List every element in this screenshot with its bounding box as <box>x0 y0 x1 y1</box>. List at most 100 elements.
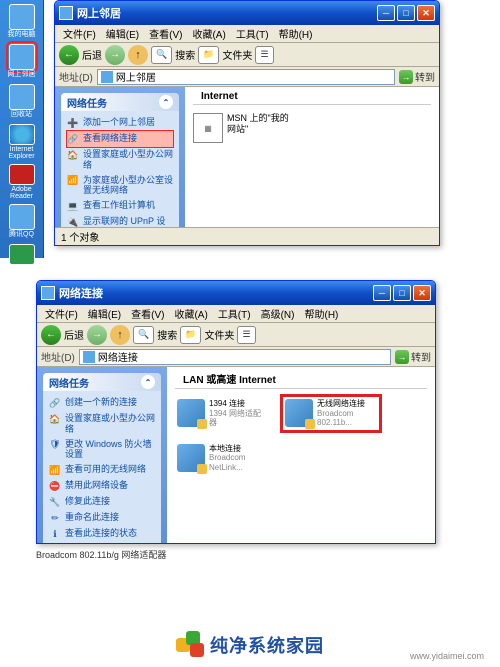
item-icon: 💻 <box>67 200 79 212</box>
address-label: 地址(D) <box>59 69 93 84</box>
desktop-icon-ie[interactable]: Internet Explorer <box>4 124 40 160</box>
menu-file[interactable]: 文件(F) <box>41 305 82 322</box>
titlebar[interactable]: 网络连接 ─ □ ✕ <box>37 281 435 305</box>
page-footer: 纯净系统家园 www.yidaimei.com <box>0 631 500 659</box>
menu-view[interactable]: 查看(V) <box>127 305 168 322</box>
menu-adv[interactable]: 高级(N) <box>257 305 299 322</box>
up-button[interactable]: ↑ <box>110 325 130 345</box>
folders-label[interactable]: 文件夹 <box>222 47 252 62</box>
connection-icon <box>177 399 205 427</box>
desktop-icon-qq[interactable]: 腾讯QQ <box>4 204 40 240</box>
panel-item[interactable]: ✏重命名此连接 <box>49 510 155 526</box>
item-label: 查看可用的无线网络 <box>65 464 146 475</box>
menubar: 文件(F) 编辑(E) 查看(V) 收藏(A) 工具(T) 帮助(H) <box>55 25 439 43</box>
menu-edit[interactable]: 编辑(E) <box>102 25 143 42</box>
address-label: 地址(D) <box>41 349 75 364</box>
address-input[interactable]: 网络连接 <box>79 349 391 365</box>
up-button[interactable]: ↑ <box>128 45 148 65</box>
panel-network-tasks: 网络任务⌃ 🔗创建一个新的连接🏠设置家庭或小型办公网络🛡更改 Windows 防… <box>43 373 161 543</box>
folders-button[interactable]: 📁 <box>198 46 219 64</box>
minimize-button[interactable]: ─ <box>377 5 395 21</box>
views-button[interactable]: ☰ <box>255 46 273 64</box>
panel-item[interactable]: 📶 查看可用的无线网络 <box>49 462 155 478</box>
menu-help[interactable]: 帮助(H) <box>275 25 317 42</box>
panel-item[interactable]: 🔗查看网络连接 <box>67 131 173 147</box>
folders-label[interactable]: 文件夹 <box>204 327 234 342</box>
item-label: 重命名此连接 <box>65 512 119 523</box>
desktop-icon-network[interactable]: 网上邻居 <box>4 44 40 80</box>
search-label[interactable]: 搜索 <box>157 327 177 342</box>
window-title: 网络连接 <box>59 285 103 301</box>
address-input[interactable]: 网上邻居 <box>97 69 395 85</box>
desktop-icon-adobe[interactable]: Adobe Reader <box>4 164 40 200</box>
back-button[interactable]: ← <box>59 45 79 65</box>
forward-button[interactable]: → <box>87 325 107 345</box>
computer-icon <box>9 4 35 30</box>
back-label[interactable]: 后退 <box>82 47 102 62</box>
desktop-icon-printer[interactable]: 打印机与传真 <box>4 244 40 280</box>
back-button[interactable]: ← <box>41 325 61 345</box>
qq-icon <box>9 204 35 230</box>
item-icon: 🔧 <box>49 496 61 508</box>
panel-item[interactable]: ℹ查看此连接的状态 <box>49 526 155 542</box>
titlebar[interactable]: 网上邻居 ─ □ ✕ <box>55 1 439 25</box>
menu-file[interactable]: 文件(F) <box>59 25 100 42</box>
go-icon: → <box>399 70 413 84</box>
content-area[interactable]: Internet ▦ MSN 上的"我的网站" <box>185 87 439 245</box>
panel-header[interactable]: 网络任务⌃ <box>43 373 161 391</box>
minimize-button[interactable]: ─ <box>373 285 391 301</box>
close-button[interactable]: ✕ <box>417 5 435 21</box>
folders-button[interactable]: 📁 <box>180 326 201 344</box>
item-icon: 📶 <box>67 175 79 187</box>
item-label: 查看工作组计算机 <box>83 200 155 211</box>
item-icon: ➕ <box>67 117 79 129</box>
forward-button[interactable]: → <box>105 45 125 65</box>
menu-fav[interactable]: 收藏(A) <box>188 25 229 42</box>
external-status: Broadcom 802.11b/g 网络适配器 <box>36 548 166 561</box>
desktop-strip: 我的电脑 网上邻居 回收站 Internet Explorer Adobe Re… <box>0 0 44 258</box>
menu-tools[interactable]: 工具(T) <box>214 305 255 322</box>
connection-item[interactable]: 本地连接Broadcom NetLink... <box>175 442 271 475</box>
desktop-icon-computer[interactable]: 我的电脑 <box>4 4 40 40</box>
search-button[interactable]: 🔍 <box>151 46 172 64</box>
menu-fav[interactable]: 收藏(A) <box>170 305 211 322</box>
panel-item[interactable]: ➕添加一个网上邻居 <box>67 115 173 131</box>
connection-label: 本地连接Broadcom NetLink... <box>209 444 269 473</box>
connection-item[interactable]: 无线网络连接Broadcom 802.11b... <box>283 397 379 430</box>
search-button[interactable]: 🔍 <box>133 326 154 344</box>
file-icon: ▦ <box>193 113 223 143</box>
brand-url: www.yidaimei.com <box>410 651 484 661</box>
connection-label: 1394 连接1394 网络适配器 <box>209 399 269 428</box>
panel-header[interactable]: 网络任务⌃ <box>61 93 179 111</box>
item-icon: 🏠 <box>49 413 61 425</box>
panel-item[interactable]: 📶为家庭或小型办公室设置无线网络 <box>67 173 173 199</box>
maximize-button[interactable]: □ <box>393 285 411 301</box>
panel-item[interactable]: 🛡更改 Windows 防火墙设置 <box>49 437 155 463</box>
panel-item[interactable]: 💻 查看工作组计算机 <box>67 198 173 214</box>
item-icon: 📶 <box>49 464 61 476</box>
panel-item[interactable]: 🏠设置家庭或小型办公网络 <box>49 411 155 437</box>
content-area[interactable]: LAN 或高速 Internet 1394 连接1394 网络适配器无线网络连接… <box>167 367 435 543</box>
close-button[interactable]: ✕ <box>413 285 431 301</box>
go-button[interactable]: →转到 <box>399 69 435 84</box>
maximize-button[interactable]: □ <box>397 5 415 21</box>
menu-help[interactable]: 帮助(H) <box>300 305 342 322</box>
panel-item[interactable]: 🔗创建一个新的连接 <box>49 395 155 411</box>
menu-edit[interactable]: 编辑(E) <box>84 305 125 322</box>
panel-item[interactable]: 🏠设置家庭或小型办公网络 <box>67 147 173 173</box>
file-item[interactable]: ▦ MSN 上的"我的网站" <box>185 105 439 151</box>
back-label[interactable]: 后退 <box>64 327 84 342</box>
adobe-icon <box>9 164 35 185</box>
go-button[interactable]: →转到 <box>395 349 431 364</box>
panel-item[interactable]: ⚙更改此连接的设置 <box>49 542 155 543</box>
menu-view[interactable]: 查看(V) <box>145 25 186 42</box>
panel-item[interactable]: ⛔禁用此网络设备 <box>49 478 155 494</box>
menu-tools[interactable]: 工具(T) <box>232 25 273 42</box>
desktop-icon-recycle[interactable]: 回收站 <box>4 84 40 120</box>
connection-item[interactable]: 1394 连接1394 网络适配器 <box>175 397 271 430</box>
search-label[interactable]: 搜索 <box>175 47 195 62</box>
window-network-places: 网上邻居 ─ □ ✕ 文件(F) 编辑(E) 查看(V) 收藏(A) 工具(T)… <box>54 0 440 246</box>
views-button[interactable]: ☰ <box>237 326 255 344</box>
connection-label: 无线网络连接Broadcom 802.11b... <box>317 399 377 428</box>
panel-item[interactable]: 🔧修复此连接 <box>49 494 155 510</box>
